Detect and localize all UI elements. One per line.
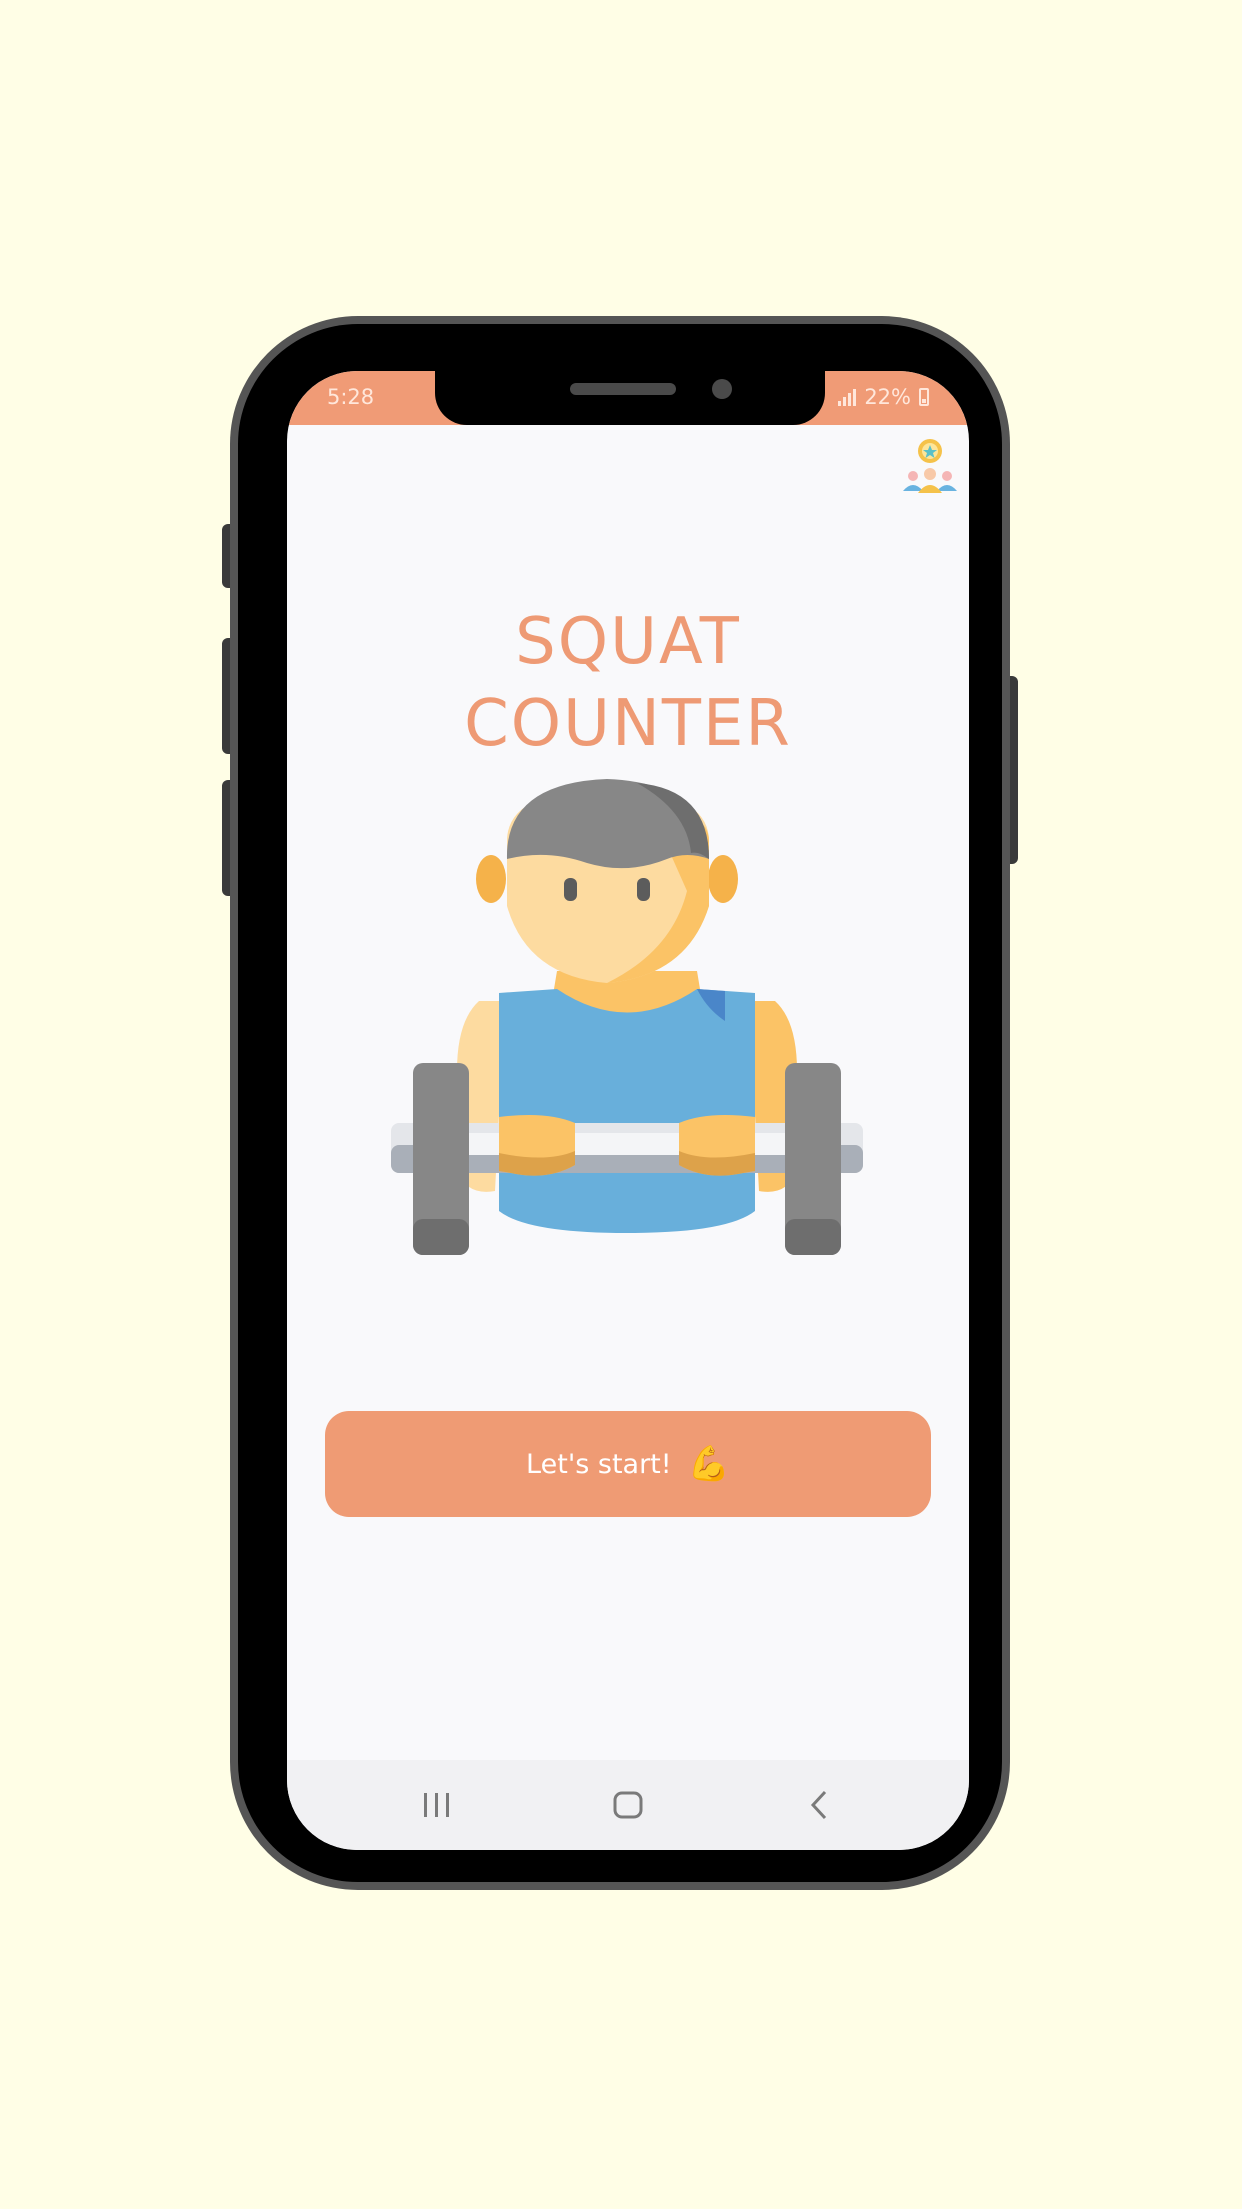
signal-icon — [838, 388, 857, 406]
title-line-1: SQUAT — [515, 605, 741, 679]
home-icon — [613, 1791, 643, 1819]
battery-icon — [919, 388, 929, 406]
status-time: 5:28 — [327, 385, 375, 409]
app-screen: 5:28 22% SQUAT COUNTER Let's start! 💪 — [287, 371, 969, 1850]
weightlifter-illustration — [391, 779, 863, 1255]
front-camera — [712, 379, 732, 399]
start-button-label: Let's start! — [526, 1448, 672, 1480]
back-icon — [810, 1790, 827, 1820]
home-button[interactable] — [598, 1780, 658, 1830]
phone-frame: 5:28 22% SQUAT COUNTER Let's start! 💪 — [230, 316, 1010, 1890]
phone-bezel: 5:28 22% SQUAT COUNTER Let's start! 💪 — [238, 324, 1002, 1882]
system-nav-bar — [287, 1760, 969, 1850]
notch — [435, 371, 825, 425]
recent-apps-icon — [424, 1793, 449, 1817]
start-button[interactable]: Let's start! 💪 — [325, 1411, 931, 1517]
status-right: 22% — [838, 385, 929, 409]
flexed-biceps-icon: 💪 — [687, 1444, 730, 1484]
recent-apps-button[interactable] — [407, 1780, 467, 1830]
app-title: SQUAT COUNTER — [287, 601, 969, 765]
back-button[interactable] — [789, 1780, 849, 1830]
speaker — [570, 383, 676, 395]
leaderboard-icon[interactable] — [901, 435, 959, 495]
title-line-2: COUNTER — [464, 687, 792, 761]
battery-percent: 22% — [864, 385, 911, 409]
